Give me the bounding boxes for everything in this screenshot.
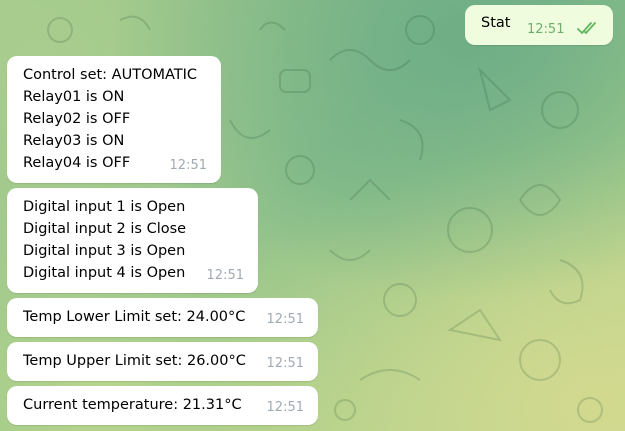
incoming-message[interactable]: Temp Upper Limit set: 26.00°C 12:51 xyxy=(7,342,318,381)
incoming-message[interactable]: Digital input 1 is Open Digital input 2 … xyxy=(7,188,258,293)
double-check-icon xyxy=(577,22,596,34)
outgoing-message[interactable]: Stat 12:51 xyxy=(465,5,613,45)
message-time: 12:51 xyxy=(169,158,207,173)
message-time: 12:51 xyxy=(206,268,244,283)
message-line: Relay03 is ON xyxy=(23,133,125,149)
outgoing-message-text: Stat xyxy=(481,15,511,31)
message-line: Control set: AUTOMATIC xyxy=(23,67,198,83)
message-line: Digital input 2 is Close xyxy=(23,221,187,237)
message-line: Relay02 is OFF xyxy=(23,111,131,127)
message-time: 12:51 xyxy=(266,356,304,371)
message-time: 12:51 xyxy=(266,400,304,415)
incoming-message[interactable]: Temp Lower Limit set: 24.00°C 12:51 xyxy=(7,298,318,337)
message-line: Relay01 is ON xyxy=(23,89,125,105)
message-time: 12:51 xyxy=(266,312,304,327)
message-line: Digital input 1 is Open xyxy=(23,199,186,215)
message-line: Digital input 3 is Open xyxy=(23,243,186,259)
incoming-message[interactable]: Control set: AUTOMATIC Relay01 is ON Rel… xyxy=(7,56,221,183)
incoming-message[interactable]: Current temperature: 21.31°C 12:51 xyxy=(7,386,318,425)
outgoing-message-time: 12:51 xyxy=(527,22,565,37)
